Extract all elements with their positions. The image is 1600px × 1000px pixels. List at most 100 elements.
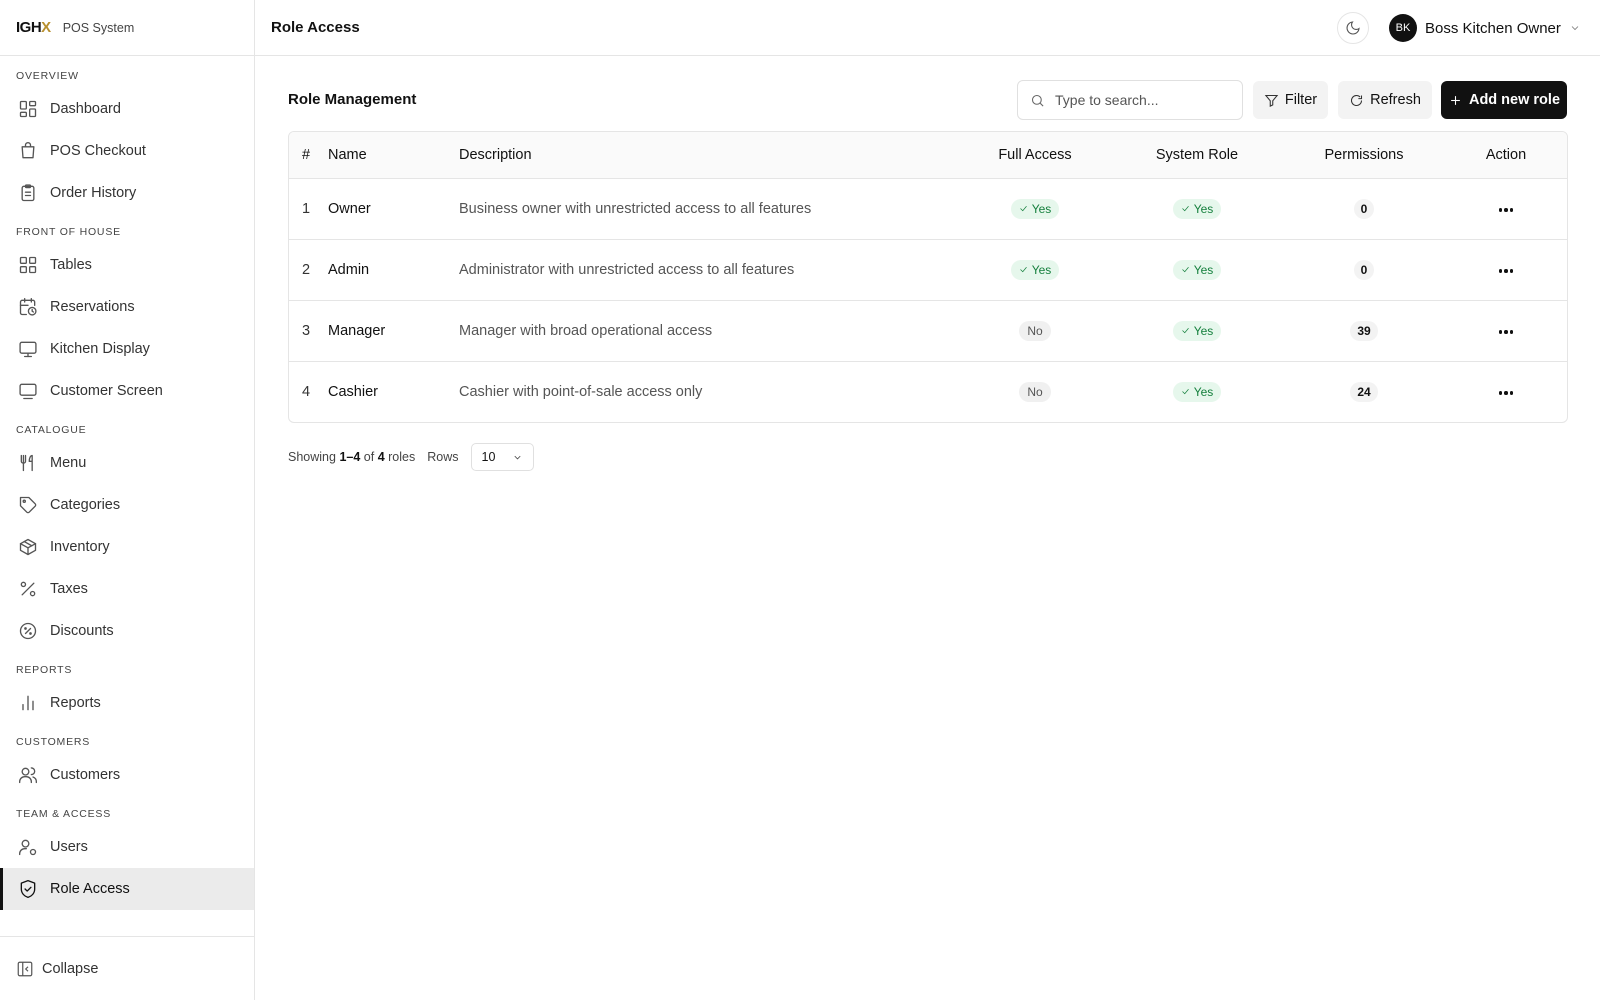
users-icon [19, 767, 37, 784]
column-header-full-access[interactable]: Full Access [959, 132, 1111, 179]
full-access-badge: No [1019, 381, 1051, 402]
check-icon [1019, 206, 1027, 212]
sidebar-item-reservations[interactable]: Reservations [0, 286, 254, 328]
refresh-icon [1351, 94, 1363, 106]
sidebar-item-label: Kitchen Display [50, 341, 150, 357]
sidebar-item-label: Discounts [50, 623, 114, 639]
sidebar-item-inventory[interactable]: Inventory [0, 526, 254, 568]
section-heading: Role Management [288, 91, 417, 108]
chevron-down-icon [1571, 26, 1579, 31]
grid-icon [19, 256, 37, 274]
system-role-cell: Yes [1111, 178, 1283, 240]
search-icon [1031, 94, 1044, 107]
permissions-cell: 24 [1283, 361, 1445, 422]
filter-label: Filter [1284, 92, 1318, 108]
sidebar-item-role-access[interactable]: Role Access [0, 868, 254, 910]
more-actions-icon[interactable] [1493, 324, 1520, 340]
filter-icon [1264, 94, 1279, 107]
more-actions-icon[interactable] [1493, 385, 1520, 401]
role-name: Owner [328, 178, 459, 240]
action-cell [1445, 178, 1567, 240]
sidebar-item-customer-screen[interactable]: Customer Screen [0, 370, 254, 412]
sidebar-item-kitchen-display[interactable]: Kitchen Display [0, 328, 254, 370]
action-cell [1445, 239, 1567, 301]
search-box[interactable] [1017, 80, 1243, 120]
permissions-count: 0 [1353, 198, 1375, 219]
permissions-count: 24 [1350, 381, 1378, 402]
column-header-number[interactable]: # [289, 132, 328, 179]
permissions-count: 0 [1353, 259, 1375, 280]
row-number: 1 [289, 178, 328, 240]
filter-button[interactable]: Filter [1253, 81, 1328, 119]
full-access-cell: Yes [959, 239, 1111, 301]
sidebar-section-title: FRONT OF HOUSE [16, 226, 121, 238]
table-row[interactable]: 1 Owner Business owner with unrestricted… [289, 178, 1567, 240]
sidebar-item-customers[interactable]: Customers [0, 754, 254, 796]
sidebar-item-reports[interactable]: Reports [0, 682, 254, 724]
badge-percent-icon [19, 622, 37, 640]
sidebar-item-menu[interactable]: Menu [0, 442, 254, 484]
column-header-name[interactable]: Name [328, 132, 459, 179]
theme-toggle-button[interactable] [1337, 12, 1369, 44]
add-new-role-button[interactable]: Add new role [1441, 81, 1567, 119]
more-actions-icon[interactable] [1493, 263, 1520, 279]
more-actions-icon[interactable] [1493, 202, 1520, 218]
full-access-badge: No [1019, 320, 1051, 341]
check-icon [1181, 389, 1189, 395]
sidebar-item-taxes[interactable]: Taxes [0, 568, 254, 610]
table-row[interactable]: 3 Manager Manager with broad operational… [289, 300, 1567, 362]
sidebar-item-users[interactable]: Users [0, 826, 254, 868]
sidebar-item-tables[interactable]: Tables [0, 244, 254, 286]
plus-icon [1451, 95, 1460, 105]
full-access-badge: Yes [1010, 259, 1060, 280]
system-role-badge: Yes [1172, 198, 1222, 219]
avatar: BK [1389, 14, 1417, 42]
brand-logo[interactable]: IGHX [16, 19, 51, 36]
pagination: Showing 1–4 of 4 roles Rows 10 [288, 443, 1568, 471]
sidebar-item-dashboard[interactable]: Dashboard [0, 88, 254, 130]
system-role-badge: Yes [1172, 259, 1222, 280]
column-header-description[interactable]: Description [459, 132, 959, 179]
chevron-down-icon [513, 455, 521, 459]
sidebar-item-label: Categories [50, 497, 121, 513]
table-body: 1 Owner Business owner with unrestricted… [289, 178, 1567, 422]
add-role-label: Add new role [1468, 92, 1561, 108]
utensils-icon [20, 454, 33, 472]
full-access-badge: Yes [1010, 198, 1060, 219]
sidebar-item-label: Inventory [50, 539, 110, 555]
role-name: Manager [328, 300, 459, 362]
refresh-button[interactable]: Refresh [1338, 81, 1432, 119]
permissions-count: 39 [1350, 320, 1378, 341]
shopping-bag-icon [21, 142, 35, 159]
collapse-label: Collapse [42, 960, 99, 977]
sidebar-item-label: Reports [50, 695, 101, 711]
row-number: 3 [289, 300, 328, 362]
sidebar-item-order-history[interactable]: Order History [0, 172, 254, 214]
sidebar-item-pos-checkout[interactable]: POS Checkout [0, 130, 254, 172]
table-row[interactable]: 2 Admin Administrator with unrestricted … [289, 239, 1567, 301]
user-name: Boss Kitchen Owner [1425, 19, 1561, 37]
system-role-cell: Yes [1111, 300, 1283, 362]
monitor-icon [19, 341, 37, 358]
sidebar-nav: OVERVIEW Dashboard POS Checkout Order Histo… [0, 56, 254, 910]
sidebar-section-title: REPORTS [16, 664, 73, 676]
pagination-summary: Showing 1–4 of 4 roles [288, 450, 416, 464]
table-row[interactable]: 4 Cashier Cashier with point-of-sale acc… [289, 361, 1567, 422]
topbar: Role Access BK Boss Kitchen Owner [255, 0, 1600, 56]
refresh-label: Refresh [1370, 92, 1421, 108]
system-role-cell: Yes [1111, 361, 1283, 422]
column-header-system-role[interactable]: System Role [1111, 132, 1283, 179]
calendar-clock-icon [19, 298, 37, 316]
search-input[interactable] [1055, 92, 1225, 108]
collapse-button[interactable]: Collapse [0, 936, 254, 1000]
user-menu[interactable]: BK Boss Kitchen Owner [1389, 14, 1581, 42]
sidebar-item-categories[interactable]: Categories [0, 484, 254, 526]
full-access-cell: No [959, 361, 1111, 422]
rows-per-page-select[interactable]: 10 [470, 443, 534, 471]
column-header-permissions[interactable]: Permissions [1283, 132, 1445, 179]
sidebar-item-label: Users [50, 839, 88, 855]
sidebar-section-title: OVERVIEW [16, 70, 79, 82]
toolbar: Role Management Filter Refresh Add new r… [288, 80, 1568, 120]
sidebar-item-discounts[interactable]: Discounts [0, 610, 254, 652]
clipboard-icon [21, 184, 35, 202]
